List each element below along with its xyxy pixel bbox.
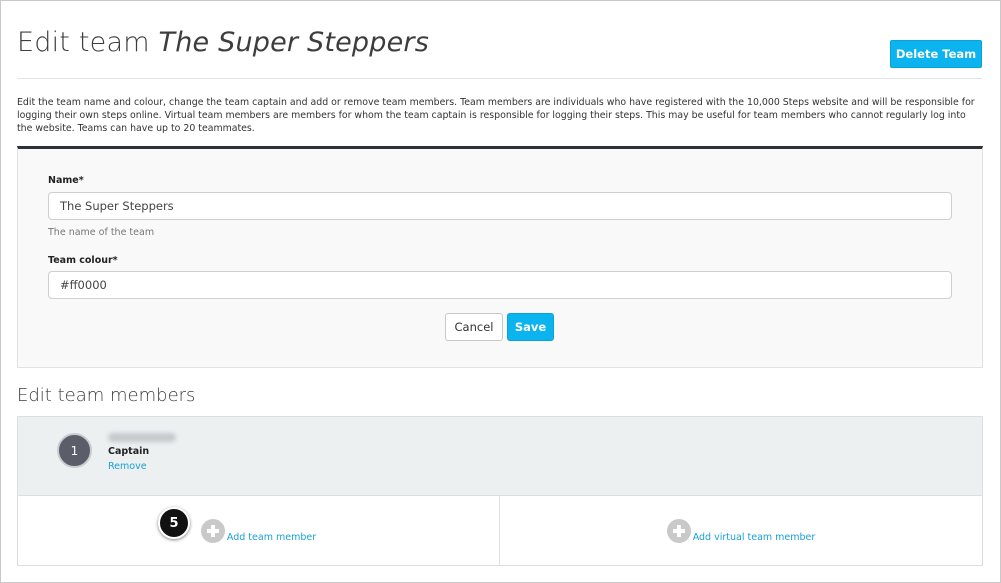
plus-circle-icon (666, 519, 691, 543)
name-input[interactable]: The Super Steppers (48, 192, 952, 220)
team-members-panel: 1 Captain Remove Add team member Add vir… (17, 416, 983, 566)
team-colour-input-value: #ff0000 (60, 278, 107, 292)
team-colour-label: Team colour* (48, 255, 118, 266)
save-button[interactable]: Save (507, 313, 554, 341)
edit-team-members-title: Edit team members (17, 385, 196, 406)
member-number-avatar: 1 (57, 433, 92, 468)
page: Edit team The Super Steppers Delete Team… (0, 0, 1001, 583)
member-name-redacted (108, 433, 176, 442)
delete-team-button[interactable]: Delete Team (890, 40, 982, 68)
edit-team-form: Name* The Super Steppers The name of the… (17, 146, 983, 368)
plus-circle-icon (200, 519, 225, 543)
name-input-value: The Super Steppers (60, 199, 174, 213)
add-team-member-cell: Add team member (18, 496, 500, 566)
header-divider (17, 78, 982, 79)
add-virtual-team-member-label: Add virtual team member (692, 531, 816, 543)
add-team-member-label: Add team member (226, 531, 317, 543)
page-title-prefix: Edit team (17, 27, 150, 58)
add-virtual-team-member-link[interactable]: Add virtual team member (666, 519, 816, 543)
intro-text: Edit the team name and colour, change th… (17, 97, 975, 134)
name-help-text: The name of the team (48, 227, 155, 238)
page-title-team-name: The Super Steppers (158, 27, 429, 58)
team-colour-input[interactable]: #ff0000 (48, 271, 952, 299)
step-number-badge: 5 (158, 507, 190, 539)
member-role: Captain (108, 446, 150, 457)
add-virtual-member-cell: Add virtual team member (500, 496, 982, 566)
team-member-row: 1 Captain Remove (18, 417, 982, 496)
add-team-member-link[interactable]: Add team member (200, 519, 317, 543)
page-title: Edit team The Super Steppers (17, 27, 429, 58)
remove-member-link[interactable]: Remove (108, 461, 147, 472)
cancel-button[interactable]: Cancel (445, 313, 503, 341)
name-label: Name* (48, 175, 84, 186)
